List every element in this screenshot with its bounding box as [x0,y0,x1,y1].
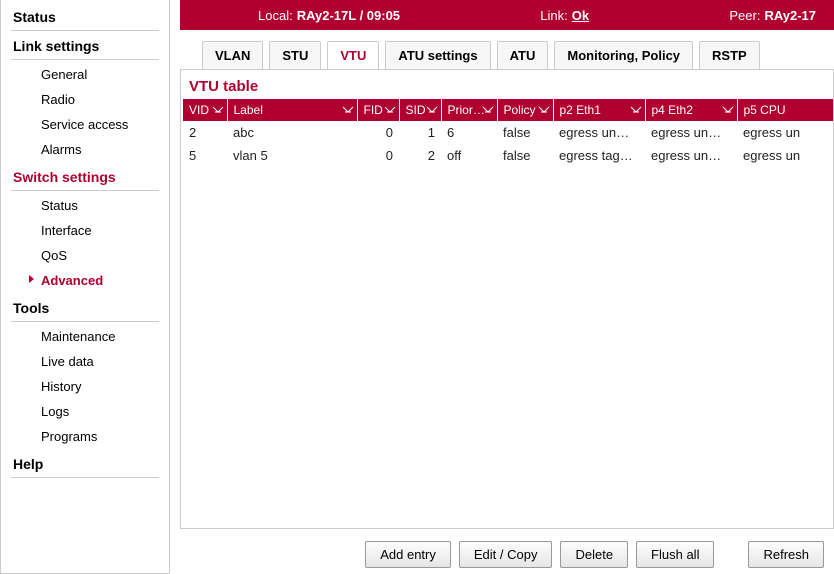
cell-label: vlan 5 [227,144,357,167]
delete-button[interactable]: Delete [560,541,628,568]
table-row[interactable]: 5 vlan 5 0 2 off false egress tag… egres… [183,144,833,167]
tab-vlan[interactable]: VLAN [202,41,263,70]
table-title: VTU table [181,70,833,99]
cell-p5: egress un [737,144,833,167]
cell-p2: egress un… [553,121,645,144]
sort-icon [722,104,734,116]
col-header-p5[interactable]: p5 CPU [737,99,833,121]
nav-heading-switch-settings[interactable]: Switch settings [1,164,169,190]
col-header-priority[interactable]: Prior… [441,99,497,121]
statusbar-link-label: Link: [540,8,567,23]
sort-icon [426,104,438,116]
col-header-label: p5 CPU [744,103,786,117]
nav-item-status[interactable]: Status [1,193,169,218]
tab-vtu[interactable]: VTU [327,41,379,70]
cell-p4: egress un… [645,121,737,144]
cell-sid: 2 [399,144,441,167]
statusbar-local-value: RAy2-17L / 09:05 [297,8,400,23]
sort-icon [342,104,354,116]
nav-item-qos[interactable]: QoS [1,243,169,268]
col-header-label: SID [406,103,426,117]
col-header-label: p4 Eth2 [652,103,693,117]
col-header-label: FID [364,103,383,117]
cell-p2: egress tag… [553,144,645,167]
divider [11,321,159,322]
flush-all-button[interactable]: Flush all [636,541,714,568]
tab-atu-settings[interactable]: ATU settings [385,41,490,70]
col-header-policy[interactable]: Policy [497,99,553,121]
nav-heading-tools[interactable]: Tools [1,295,169,321]
nav-item-history[interactable]: History [1,374,169,399]
col-header-label: Prior… [448,103,485,117]
nav-item-logs[interactable]: Logs [1,399,169,424]
sidebar: Status Link settings General Radio Servi… [0,0,170,574]
col-header-label: VID [189,103,209,117]
sort-icon [384,104,396,116]
refresh-button[interactable]: Refresh [748,541,824,568]
col-header-label[interactable]: Label [227,99,357,121]
vtu-table: VID Label FID SID Prior… Policy p2 Eth1 … [183,99,833,167]
cell-vid: 5 [183,144,227,167]
cell-p4: egress un… [645,144,737,167]
nav-heading-help[interactable]: Help [1,451,169,477]
nav-item-alarms[interactable]: Alarms [1,137,169,162]
col-header-vid[interactable]: VID [183,99,227,121]
tab-stu[interactable]: STU [269,41,321,70]
cell-priority: 6 [441,121,497,144]
divider [11,477,159,478]
sort-icon [630,104,642,116]
statusbar-peer-value: RAy2-17 [764,8,816,23]
divider [11,59,159,60]
nav-item-interface[interactable]: Interface [1,218,169,243]
sort-icon [482,104,494,116]
nav-item-advanced[interactable]: Advanced [1,268,169,293]
divider [11,190,159,191]
main-content: Local: RAy2-17L / 09:05 Link: Ok Peer: R… [170,0,834,574]
cell-fid: 0 [357,121,399,144]
col-header-p2[interactable]: p2 Eth1 [553,99,645,121]
nav-item-service-access[interactable]: Service access [1,112,169,137]
nav-item-general[interactable]: General [1,62,169,87]
col-header-sid[interactable]: SID [399,99,441,121]
cell-fid: 0 [357,144,399,167]
status-bar: Local: RAy2-17L / 09:05 Link: Ok Peer: R… [180,0,834,30]
vtu-panel: VTU table [180,70,834,529]
nav-heading-link-settings[interactable]: Link settings [1,33,169,59]
table-header-row: VID Label FID SID Prior… Policy p2 Eth1 … [183,99,833,121]
statusbar-peer-label: Peer: [729,8,760,23]
tab-atu[interactable]: ATU [497,41,549,70]
col-header-label: p2 Eth1 [560,103,601,117]
col-header-fid[interactable]: FID [357,99,399,121]
nav-item-maintenance[interactable]: Maintenance [1,324,169,349]
cell-policy: false [497,144,553,167]
cell-sid: 1 [399,121,441,144]
nav-heading-status[interactable]: Status [1,4,169,30]
cell-p5: egress un [737,121,833,144]
sort-icon [538,104,550,116]
cell-vid: 2 [183,121,227,144]
col-header-p4[interactable]: p4 Eth2 [645,99,737,121]
cell-label: abc [227,121,357,144]
col-header-label: Label [234,103,263,117]
nav-item-radio[interactable]: Radio [1,87,169,112]
table-row[interactable]: 2 abc 0 1 6 false egress un… egress un… … [183,121,833,144]
col-header-label: Policy [504,103,536,117]
sort-icon [212,104,224,116]
statusbar-link-value[interactable]: Ok [572,8,589,23]
tab-bar: VLAN STU VTU ATU settings ATU Monitoring… [180,30,834,70]
cell-policy: false [497,121,553,144]
tab-rstp[interactable]: RSTP [699,41,760,70]
edit-copy-button[interactable]: Edit / Copy [459,541,553,568]
tab-monitoring-policy[interactable]: Monitoring, Policy [554,41,693,70]
action-footer: Add entry Edit / Copy Delete Flush all R… [180,529,834,574]
cell-priority: off [441,144,497,167]
nav-item-programs[interactable]: Programs [1,424,169,449]
add-entry-button[interactable]: Add entry [365,541,451,568]
divider [11,30,159,31]
nav-item-live-data[interactable]: Live data [1,349,169,374]
statusbar-local-label: Local: [258,8,293,23]
